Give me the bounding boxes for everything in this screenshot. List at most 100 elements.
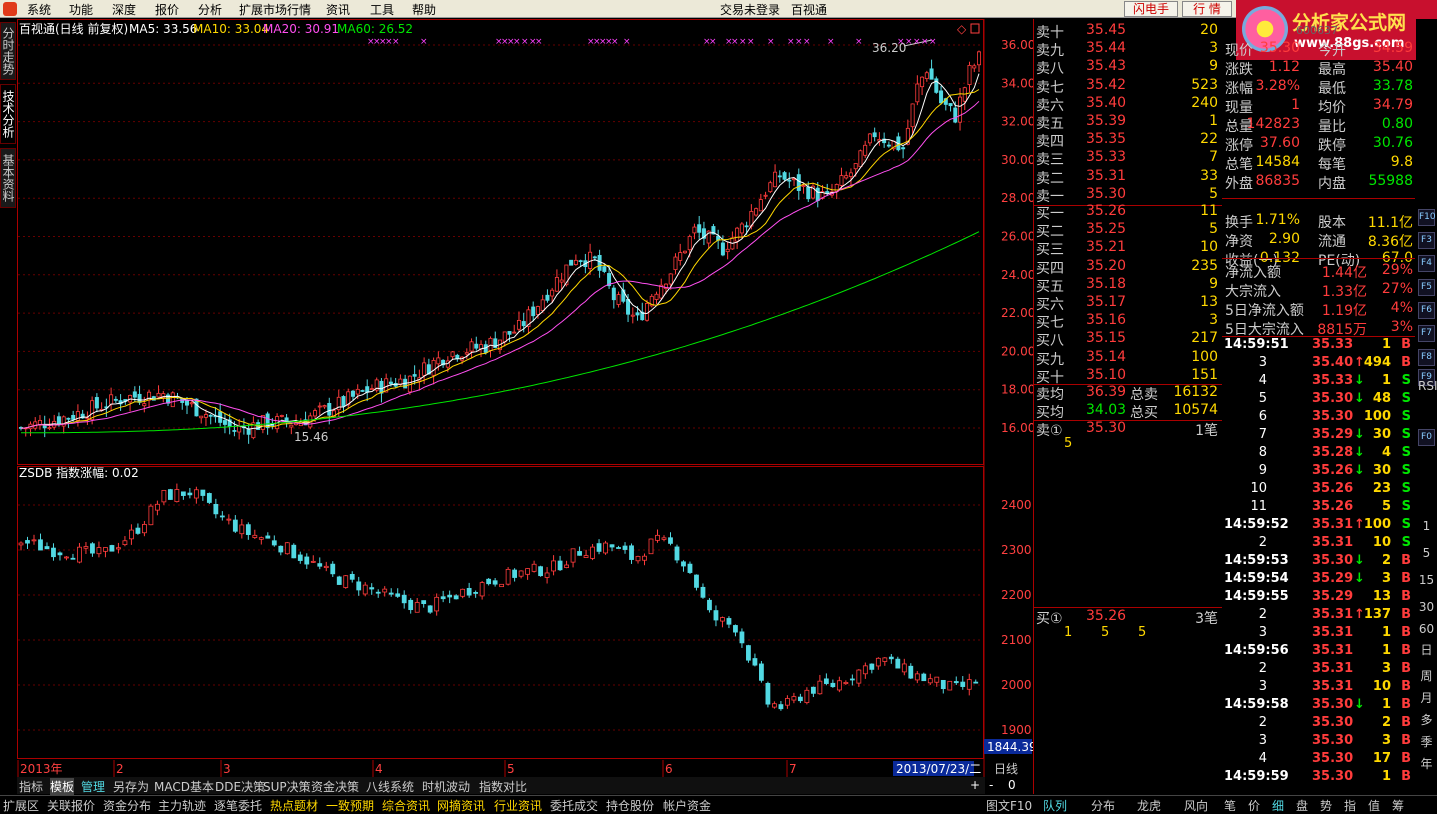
- bottom-tab[interactable]: 资金分布: [103, 797, 151, 814]
- period-多[interactable]: 多: [1418, 711, 1435, 728]
- ask-row[interactable]: 卖九 35.44 3: [1034, 40, 1222, 59]
- zoom-control[interactable]: +: [970, 778, 980, 792]
- detail-tab[interactable]: 价: [1248, 797, 1260, 814]
- panel-tab[interactable]: 图文F10: [986, 797, 1032, 814]
- detail-tab[interactable]: 值: [1368, 797, 1380, 814]
- ask-row[interactable]: 卖八 35.43 9: [1034, 58, 1222, 77]
- bid-row[interactable]: 买九 35.14 100: [1034, 349, 1222, 368]
- indicator-tab[interactable]: 指标: [19, 778, 43, 795]
- tool-f6-icon[interactable]: F6: [1418, 302, 1435, 319]
- buy1-queue-row[interactable]: 买① 35.26 3笔: [1034, 608, 1222, 627]
- period-1[interactable]: 1: [1418, 519, 1435, 533]
- bid-row[interactable]: 买二 35.25 5: [1034, 221, 1222, 240]
- tool-f8-icon[interactable]: F8: [1418, 349, 1435, 366]
- ask-row[interactable]: 卖六 35.40 240: [1034, 95, 1222, 114]
- tool-f10-icon[interactable]: F10: [1418, 209, 1436, 226]
- bottom-tab[interactable]: 行业资讯: [494, 797, 542, 814]
- tool-f7-icon[interactable]: F7: [1418, 325, 1435, 342]
- bid-row[interactable]: 买五 35.18 9: [1034, 276, 1222, 295]
- zoom-control[interactable]: 0: [1008, 778, 1016, 792]
- ask-row[interactable]: 卖五 35.39 1: [1034, 113, 1222, 132]
- ask-row[interactable]: 卖十 35.45 20: [1034, 22, 1222, 41]
- period-5[interactable]: 5: [1418, 546, 1435, 560]
- ask-row[interactable]: 卖二 35.31 33: [1034, 168, 1222, 187]
- tab-technical[interactable]: 技术分析: [0, 84, 16, 144]
- tool-f0-icon[interactable]: F0: [1418, 429, 1435, 446]
- bottom-tab[interactable]: 一致预期: [326, 797, 374, 814]
- ask-row[interactable]: 卖三 35.33 7: [1034, 149, 1222, 168]
- bid-row[interactable]: 买一 35.26 11: [1034, 203, 1222, 222]
- flash-trade-button[interactable]: 闪电手: [1124, 1, 1178, 17]
- tool-f5-icon[interactable]: F5: [1418, 279, 1435, 296]
- menu-ext-market[interactable]: 扩展市场行情: [239, 1, 311, 18]
- bottom-tab[interactable]: 逐笔委托: [214, 797, 262, 814]
- indicator-tab[interactable]: MACD基本: [154, 778, 214, 795]
- indicator-tab[interactable]: 资金决策: [311, 778, 359, 795]
- detail-tab[interactable]: 盘: [1296, 797, 1308, 814]
- bottom-tab[interactable]: 网摘资讯: [437, 797, 485, 814]
- menu-help[interactable]: 帮助: [412, 1, 436, 18]
- detail-tab[interactable]: 筹: [1392, 797, 1404, 814]
- menu-function[interactable]: 功能: [69, 1, 93, 18]
- bid-row[interactable]: 买四 35.20 235: [1034, 258, 1222, 277]
- bid-row[interactable]: 买七 35.16 3: [1034, 312, 1222, 331]
- period-月[interactable]: 月: [1418, 689, 1435, 706]
- tick-side: B: [1401, 679, 1411, 694]
- panel-tab[interactable]: 分布: [1091, 797, 1115, 814]
- tool-f4-icon[interactable]: F4: [1418, 255, 1435, 272]
- bottom-tab[interactable]: 扩展区: [3, 797, 39, 814]
- period-周[interactable]: 周: [1418, 667, 1435, 684]
- bid-row[interactable]: 买六 35.17 13: [1034, 294, 1222, 313]
- menu-news[interactable]: 资讯: [326, 1, 350, 18]
- period-60[interactable]: 60: [1418, 622, 1435, 636]
- bottom-tab[interactable]: 主力轨迹: [158, 797, 206, 814]
- zoom-control[interactable]: -: [989, 778, 993, 792]
- panel-tab[interactable]: 风向: [1184, 797, 1208, 814]
- bottom-tab[interactable]: 委托成交: [550, 797, 598, 814]
- bid-row[interactable]: 买十 35.10 151: [1034, 367, 1222, 386]
- ask-row[interactable]: 卖七 35.42 523: [1034, 77, 1222, 96]
- tick-price: 35.29: [1312, 427, 1354, 442]
- bid-row[interactable]: 买八 35.15 217: [1034, 330, 1222, 349]
- menu-tools[interactable]: 工具: [370, 1, 394, 18]
- login-status[interactable]: 交易未登录: [720, 1, 780, 18]
- tab-intraday[interactable]: 分时走势: [0, 22, 16, 80]
- menu-analysis[interactable]: 分析: [198, 1, 222, 18]
- period-30[interactable]: 30: [1418, 600, 1435, 614]
- indicator-tab[interactable]: 八线系统: [366, 778, 414, 795]
- period-RSI[interactable]: RSI: [1418, 379, 1437, 393]
- bottom-tab[interactable]: 关联报价: [47, 797, 95, 814]
- ask-row[interactable]: 卖四 35.35 22: [1034, 131, 1222, 150]
- indicator-tab[interactable]: SUP决策: [263, 778, 311, 795]
- indicator-tab[interactable]: DDE决策: [215, 778, 265, 795]
- tool-f3-icon[interactable]: F3: [1418, 232, 1435, 249]
- period-日[interactable]: 日: [1418, 641, 1435, 658]
- period-季[interactable]: 季: [1418, 733, 1435, 750]
- indicator-tab[interactable]: 模板: [50, 778, 75, 795]
- detail-tab[interactable]: 势: [1320, 797, 1332, 814]
- panel-tab[interactable]: 队列: [1043, 797, 1067, 814]
- indicator-tab[interactable]: 指数对比: [479, 778, 527, 795]
- detail-tab[interactable]: 指: [1344, 797, 1356, 814]
- indicator-tab[interactable]: 时机波动: [422, 778, 470, 795]
- detail-tab[interactable]: 笔: [1224, 797, 1236, 814]
- panel-tab[interactable]: 龙虎: [1137, 797, 1161, 814]
- detail-tab[interactable]: 细: [1272, 797, 1284, 814]
- bottom-tab[interactable]: 热点题材: [270, 797, 318, 814]
- indicator-body: [895, 658, 901, 669]
- quote-button[interactable]: 行 情: [1182, 1, 1232, 17]
- bottom-tab[interactable]: 帐户资金: [663, 797, 711, 814]
- period-15[interactable]: 15: [1418, 573, 1435, 587]
- bottom-tab[interactable]: 综合资讯: [382, 797, 430, 814]
- indicator-tab[interactable]: 管理: [81, 778, 105, 795]
- bid-row[interactable]: 买三 35.21 10: [1034, 239, 1222, 258]
- indicator-tab[interactable]: 另存为: [113, 778, 149, 795]
- menu-quote[interactable]: 报价: [155, 1, 179, 18]
- ask-row[interactable]: 卖一 35.30 5: [1034, 186, 1222, 205]
- bottom-tab[interactable]: 持仓股份: [606, 797, 654, 814]
- period-年[interactable]: 年: [1418, 755, 1435, 772]
- kline-chart[interactable]: 36.00 34.00 32.00 30.00 28.00 26.00 24.00 22.00…: [17, 19, 1033, 777]
- menu-system[interactable]: 系统: [27, 1, 51, 18]
- tab-fundamental[interactable]: 基本资料: [0, 148, 16, 208]
- menu-depth[interactable]: 深度: [112, 1, 136, 18]
